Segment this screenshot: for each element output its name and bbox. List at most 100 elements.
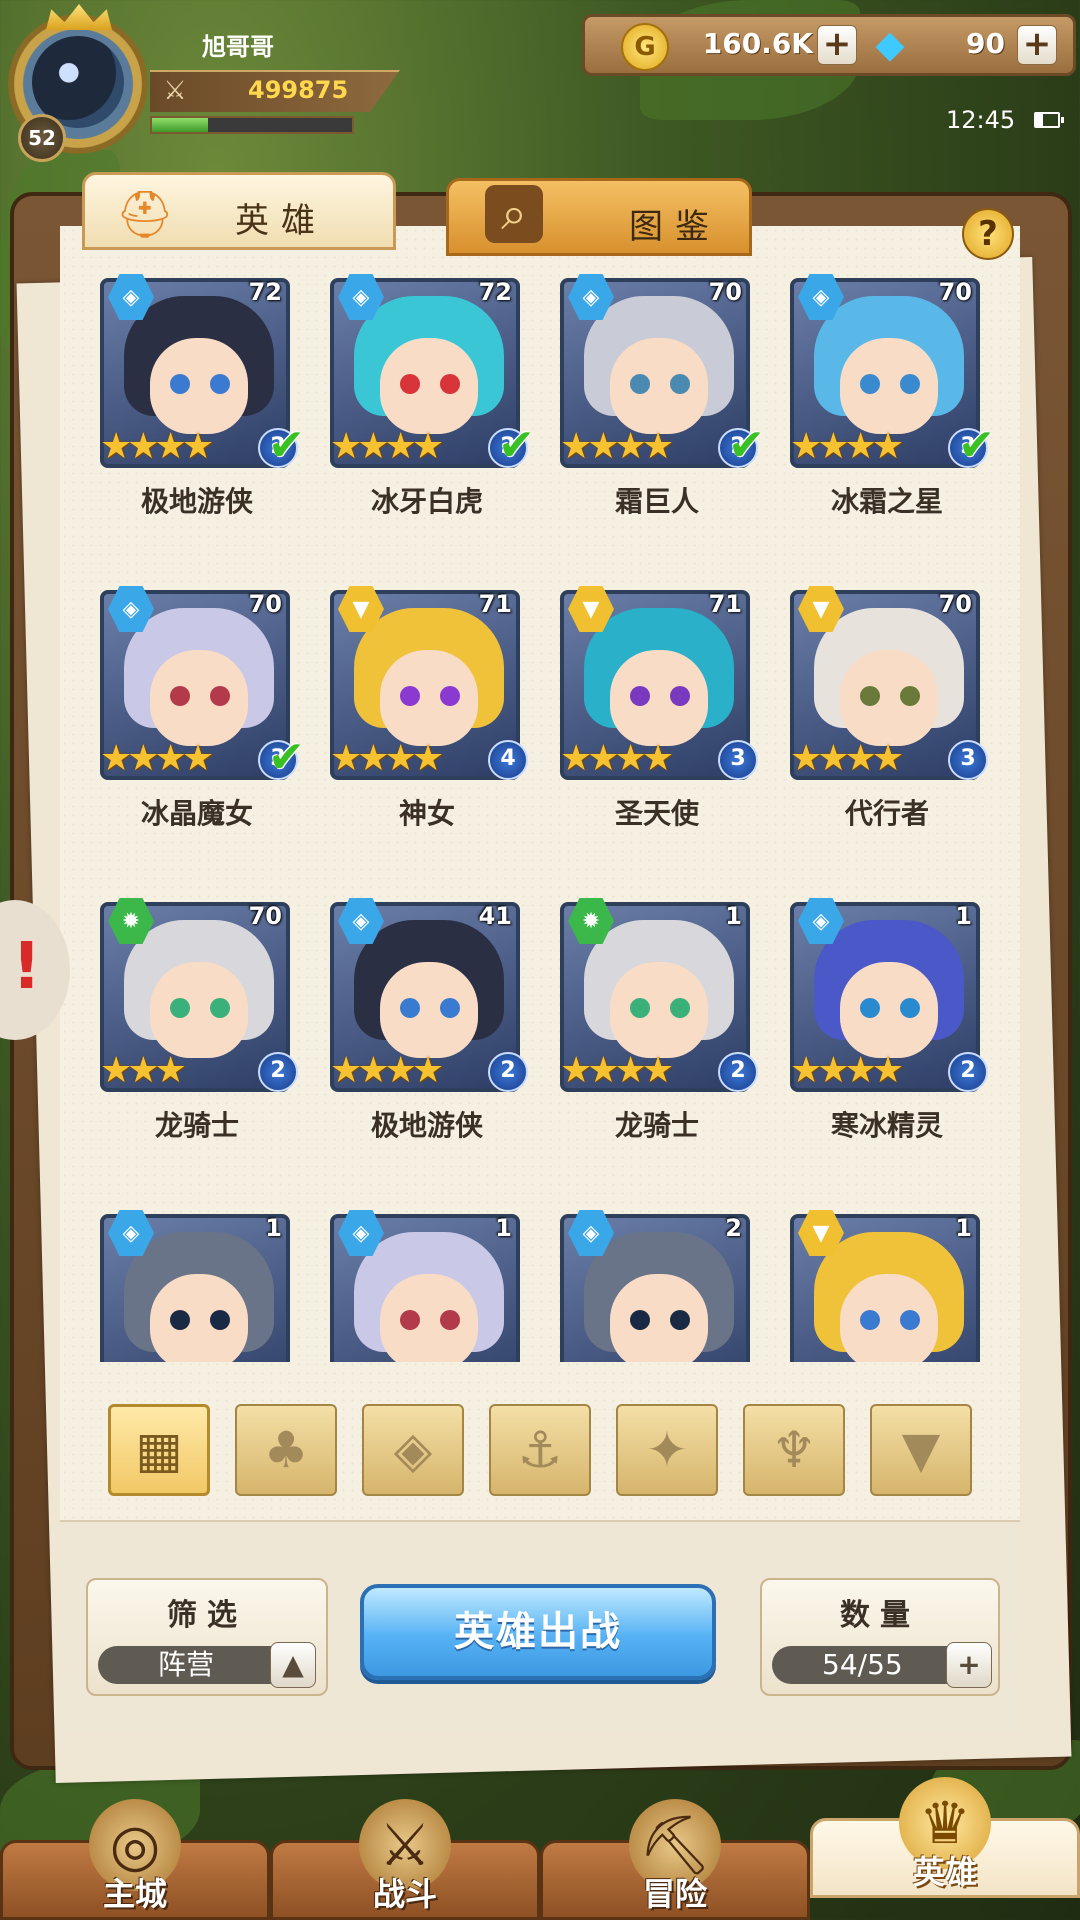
hero-eye (210, 686, 230, 706)
hero-eye (860, 998, 880, 1018)
hero-eye (210, 374, 230, 394)
crossed-swords-icon: ⚔ (163, 76, 187, 106)
hero-level: 71 (708, 590, 742, 618)
hero-count: 54/55 (772, 1646, 968, 1684)
grid-all-icon[interactable]: ▦ (108, 1404, 210, 1496)
hero-card[interactable]: ◈ 70 ★★★★ 3 ✔ 冰霜之星 (790, 268, 995, 518)
hero-face (380, 650, 478, 746)
hero-eye (670, 374, 690, 394)
deploy-heroes-button[interactable]: 英雄出战 (360, 1584, 716, 1680)
hero-card[interactable]: ▼ 71 ★★★★ 4 神女 (330, 580, 528, 830)
hero-level: 1 (955, 1214, 972, 1242)
demon-faction-icon[interactable]: ♆ (743, 1404, 845, 1496)
hero-eye (630, 1310, 650, 1330)
count-panel: 数量 54/55 + (760, 1578, 1000, 1696)
power-plate: ⚔ 499875 (150, 70, 400, 112)
hero-eye (630, 686, 650, 706)
hero-name: 冰晶魔女 (140, 797, 253, 830)
hero-face (610, 650, 708, 746)
ice-faction-icon[interactable]: ◈ (362, 1404, 464, 1496)
hero-name: 冰霜之星 (830, 485, 943, 518)
hero-face (380, 962, 478, 1058)
holy-faction-icon[interactable]: ▼ (870, 1404, 972, 1496)
hero-eye (400, 1310, 420, 1330)
hero-level: 1 (495, 1214, 512, 1242)
exclamation-icon: ! (12, 930, 42, 1004)
hero-level: 2 (725, 1214, 742, 1242)
hero-card[interactable]: ▼ 71 ★★★★ 3 圣天使 (560, 580, 758, 830)
forest-faction-icon[interactable]: ♣ (235, 1404, 337, 1496)
star-rating: ★★★★ (560, 1050, 674, 1091)
xp-bar (150, 116, 354, 134)
diamond-icon: ◆ (875, 22, 905, 66)
nav-item-3[interactable]: ♛ 英雄 (810, 1777, 1080, 1898)
hero-card[interactable]: ◈ 72 ★★★★ 2 ✔ 冰牙白虎 (330, 268, 535, 518)
add-gems-button[interactable]: + (1017, 25, 1057, 65)
hero-card[interactable]: ◈ 1 ★★★★ 2 寒冰精灵 (790, 892, 988, 1142)
hero-eye (400, 374, 420, 394)
player-avatar[interactable]: 52 (4, 4, 154, 162)
hero-name: 极地游侠 (370, 1109, 483, 1142)
hero-eye (900, 998, 920, 1018)
hero-eye (170, 686, 190, 706)
add-gold-button[interactable]: + (817, 25, 857, 65)
hero-card[interactable]: ◈ 70 ★★★★ 2 ✔ 霜巨人 (560, 268, 765, 518)
power-value: 499875 (248, 76, 349, 104)
hero-name: 龙骑士 (154, 1109, 239, 1142)
beast-faction-icon[interactable]: ✦ (616, 1404, 718, 1496)
hero-face (150, 1274, 248, 1362)
hero-level: 72 (478, 278, 512, 306)
nav-item-2[interactable]: ⛏ 冒险 (540, 1799, 810, 1920)
filter-panel: 筛选 阵营 ▲ (86, 1578, 328, 1696)
magnifier-icon: ⌕ (485, 185, 543, 243)
tab-codex-label: 图鉴 (629, 207, 721, 247)
hero-face (840, 1274, 938, 1362)
hero-level: 71 (478, 590, 512, 618)
add-capacity-button[interactable]: + (946, 1642, 992, 1688)
hero-card[interactable]: ◈ 41 ★★★★ 2 极地游侠 (330, 892, 528, 1142)
hero-card[interactable]: ✹ 1 ★★★★ 2 龙骑士 (560, 892, 758, 1142)
hero-face (380, 1274, 478, 1362)
hero-name: 极地游侠 (140, 485, 253, 518)
battery-fill (1036, 114, 1043, 126)
nav-label: 战斗 (372, 1875, 437, 1913)
checkmark-icon: ✔ (728, 420, 765, 471)
hero-card[interactable]: ◈ 1 (100, 1204, 294, 1362)
hero-face (840, 338, 938, 434)
hero-card[interactable]: ◈ 2 (560, 1204, 754, 1362)
hero-rank-badge: 2 (948, 1052, 988, 1092)
help-button[interactable]: ? (962, 208, 1014, 260)
hero-level: 1 (725, 902, 742, 930)
nav-item-1[interactable]: ⚔ 战斗 (270, 1799, 540, 1920)
hero-eye (400, 686, 420, 706)
checkmark-icon: ✔ (268, 420, 305, 471)
helmet-icon: ⛑ (115, 186, 175, 241)
filter-toggle-button[interactable]: ▲ (270, 1642, 316, 1688)
hero-card[interactable]: ◈ 1 (330, 1204, 524, 1362)
hero-card[interactable]: ▼ 70 ★★★★ 3 代行者 (790, 580, 988, 830)
hero-eye (670, 998, 690, 1018)
battery-icon (1034, 112, 1064, 128)
hero-card[interactable]: ◈ 70 ★★★★ 3 ✔ 冰晶魔女 (100, 580, 305, 830)
hero-eye (630, 374, 650, 394)
tab-codex[interactable]: ⌕ 图鉴 (446, 178, 752, 256)
hero-card[interactable]: ✹ 70 ★★★ 2 龙骑士 (100, 892, 298, 1142)
hero-name: 冰牙白虎 (370, 485, 483, 518)
hero-eye (440, 1310, 460, 1330)
hero-name: 代行者 (844, 797, 929, 830)
hero-eye (440, 374, 460, 394)
hero-name: 霜巨人 (614, 485, 699, 518)
hero-level: 70 (938, 278, 972, 306)
hero-face (150, 338, 248, 434)
hero-level: 70 (248, 590, 282, 618)
hero-card[interactable]: ▼ 1 (790, 1204, 984, 1362)
hero-level: 41 (478, 902, 512, 930)
star-rating: ★★★★ (330, 426, 444, 467)
hero-grid: ◈ 72 ★★★★ 2 ✔ 极地游侠 ◈ 72 ★★★★ 2 ✔ 冰牙白虎 ◈ 70 ★★★★ 2 ✔ 霜巨人 ◈ 7… (60, 258, 1020, 1362)
hero-card[interactable]: ◈ 72 ★★★★ 2 ✔ 极地游侠 (100, 268, 305, 518)
tab-heroes[interactable]: ⛑ 英雄 (82, 172, 396, 250)
hero-rank-badge: 2 (718, 1052, 758, 1092)
nav-item-0[interactable]: ◎ 主城 (0, 1799, 270, 1920)
star-rating: ★★★★ (790, 426, 904, 467)
anchor-faction-icon[interactable]: ⚓ (489, 1404, 591, 1496)
